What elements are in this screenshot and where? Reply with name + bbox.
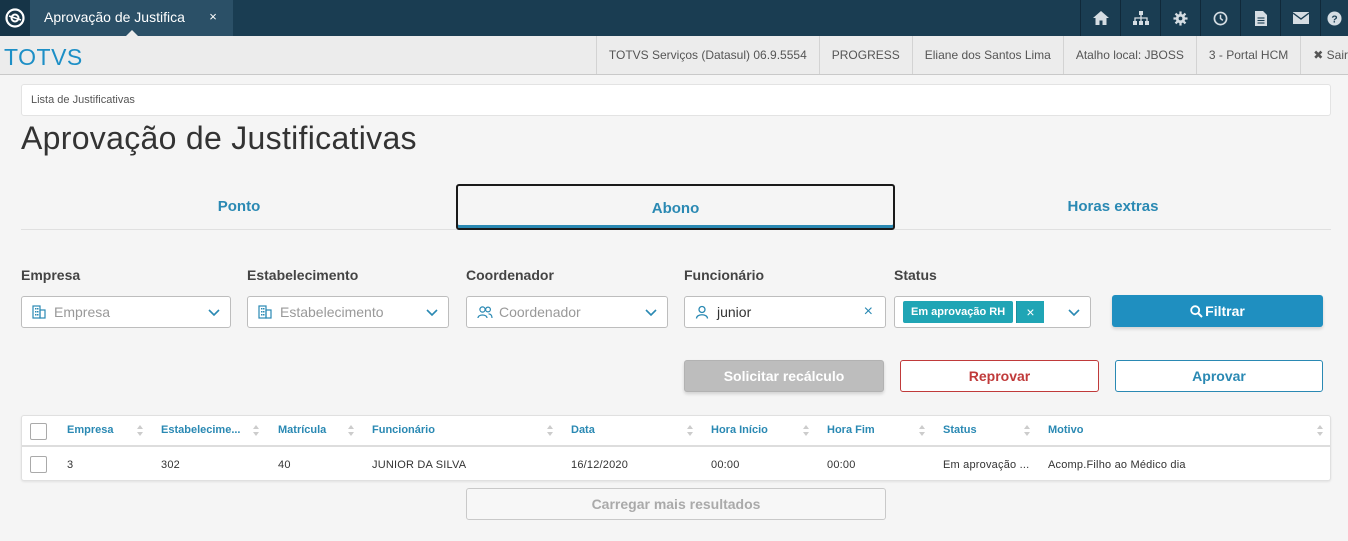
header-info-database: PROGRESS <box>818 36 912 74</box>
row-checkbox[interactable] <box>30 456 47 473</box>
sort-icon[interactable] <box>1024 425 1030 436</box>
cell-matricula: 40 <box>278 459 291 471</box>
sort-icon[interactable] <box>547 425 553 436</box>
chevron-down-icon <box>645 309 657 317</box>
coordenador-placeholder: Coordenador <box>499 304 581 320</box>
tab-close-icon[interactable]: × <box>206 9 220 25</box>
sitemap-icon[interactable] <box>1120 0 1160 36</box>
header-info-shortcut[interactable]: Atalho local: JBOSS <box>1062 36 1196 74</box>
filter-button[interactable]: Filtrar <box>1112 295 1323 327</box>
column-header-hora-inicio[interactable]: Hora Início <box>711 416 768 447</box>
sort-icon[interactable] <box>803 425 809 436</box>
page-title: Aprovação de Justificativas <box>21 120 417 156</box>
mail-icon[interactable] <box>1280 0 1320 36</box>
funcionario-input[interactable]: junior × <box>684 296 886 328</box>
status-label: Status <box>894 267 937 283</box>
estabelecimento-placeholder: Estabelecimento <box>280 304 384 320</box>
cell-data: 16/12/2020 <box>571 459 629 471</box>
building-icon <box>258 305 272 319</box>
sort-icon[interactable] <box>348 425 354 436</box>
window-tab-title: Aprovação de Justifica <box>44 9 185 25</box>
header-info: TOTVS Serviços (Datasul) 06.9.5554 PROGR… <box>595 36 1348 74</box>
users-icon <box>477 306 493 319</box>
sort-icon[interactable] <box>919 425 925 436</box>
cell-motivo: Acomp.Filho ao Médico dia <box>1048 459 1186 471</box>
column-header-data[interactable]: Data <box>571 416 595 447</box>
estabelecimento-label: Estabelecimento <box>247 267 359 283</box>
cell-empresa: 3 <box>67 459 74 471</box>
empresa-select[interactable]: Empresa <box>21 296 231 328</box>
status-select[interactable]: Em aprovação RH × <box>894 296 1091 328</box>
header-bar: TOTVS TOTVS Serviços (Datasul) 06.9.5554… <box>0 36 1348 75</box>
table-row[interactable]: 3 302 40 JUNIOR DA SILVA 16/12/2020 00:0… <box>22 449 1330 481</box>
sort-icon[interactable] <box>137 425 143 436</box>
top-icons: ? <box>1080 0 1348 36</box>
status-chip: Em aprovação RH <box>903 301 1014 323</box>
empresa-label: Empresa <box>21 267 81 283</box>
breadcrumb: Lista de Justificativas <box>21 84 1331 116</box>
header-info-user[interactable]: Eliane dos Santos Lima <box>911 36 1063 74</box>
funcionario-label: Funcionário <box>684 267 765 283</box>
column-header-empresa[interactable]: Empresa <box>67 416 113 447</box>
help-icon[interactable]: ? <box>1320 0 1348 36</box>
load-more-button[interactable]: Carregar mais resultados <box>466 488 886 520</box>
tab-ponto[interactable]: Ponto <box>21 184 457 230</box>
funcionario-value: junior <box>717 304 752 320</box>
column-header-motivo[interactable]: Motivo <box>1048 416 1083 447</box>
totvs-logo-icon[interactable] <box>0 0 30 36</box>
reject-button[interactable]: Reprovar <box>900 360 1099 392</box>
user-icon <box>695 305 709 319</box>
select-all-checkbox[interactable] <box>30 423 47 440</box>
breadcrumb-item[interactable]: Lista de Justificativas <box>31 94 135 106</box>
building-icon <box>32 305 46 319</box>
column-header-funcionario[interactable]: Funcionário <box>372 416 435 447</box>
document-icon[interactable] <box>1240 0 1280 36</box>
estabelecimento-select[interactable]: Estabelecimento <box>247 296 449 328</box>
sort-icon[interactable] <box>1317 425 1323 436</box>
cell-hora-inicio: 00:00 <box>711 459 740 471</box>
search-icon <box>1190 305 1203 318</box>
column-header-matricula[interactable]: Matrícula <box>278 416 326 447</box>
justifications-table: Empresa Estabelecime... Matrícula Funcio… <box>21 415 1331 481</box>
chip-close-icon[interactable]: × <box>1016 301 1044 323</box>
column-header-hora-fim[interactable]: Hora Fim <box>827 416 875 447</box>
logout-button[interactable]: ✖ Sair <box>1300 36 1348 74</box>
tab-bar: Ponto Abono Horas extras <box>21 184 1331 230</box>
chevron-down-icon <box>426 309 438 317</box>
cell-status: Em aprovação ... <box>943 459 1030 471</box>
clear-icon[interactable]: × <box>864 297 873 327</box>
coordenador-select[interactable]: Coordenador <box>466 296 668 328</box>
column-header-status[interactable]: Status <box>943 416 977 447</box>
sort-icon[interactable] <box>687 425 693 436</box>
home-icon[interactable] <box>1080 0 1120 36</box>
brand-logo: TOTVS <box>4 44 83 70</box>
clock-icon[interactable] <box>1200 0 1240 36</box>
cell-hora-fim: 00:00 <box>827 459 856 471</box>
filter-button-label: Filtrar <box>1205 303 1245 319</box>
column-header-estabelecimento[interactable]: Estabelecime... <box>161 416 241 447</box>
tab-abono[interactable]: Abono <box>456 184 895 230</box>
cell-estabelecimento: 302 <box>161 459 180 471</box>
empresa-placeholder: Empresa <box>54 304 111 320</box>
svg-text:?: ? <box>1331 14 1337 25</box>
table-header: Empresa Estabelecime... Matrícula Funcio… <box>22 416 1330 447</box>
sort-icon[interactable] <box>253 425 259 436</box>
recalc-button[interactable]: Solicitar recálculo <box>684 360 884 392</box>
top-bar: Aprovação de Justifica × ? <box>0 0 1348 36</box>
approve-button[interactable]: Aprovar <box>1115 360 1323 392</box>
cell-funcionario: JUNIOR DA SILVA <box>372 459 467 471</box>
header-info-portal[interactable]: 3 - Portal HCM <box>1195 36 1300 74</box>
gear-icon[interactable] <box>1160 0 1200 36</box>
tab-horas-extras[interactable]: Horas extras <box>895 184 1331 230</box>
chevron-down-icon <box>1068 309 1080 317</box>
coordenador-label: Coordenador <box>466 267 554 283</box>
chevron-down-icon <box>208 309 220 317</box>
header-info-product: TOTVS Serviços (Datasul) 06.9.5554 <box>595 36 819 74</box>
